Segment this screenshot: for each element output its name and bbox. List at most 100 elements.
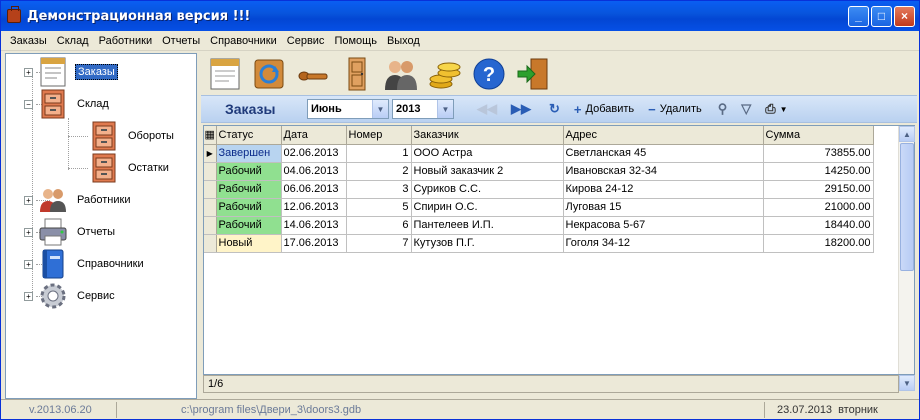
grid-settings-icon[interactable]: ▦	[204, 126, 217, 145]
tree-item-workers[interactable]: + Работники	[24, 186, 132, 214]
column-header-sum[interactable]: Сумма	[763, 126, 874, 145]
cell-date[interactable]: 12.06.2013	[281, 198, 347, 217]
scroll-down-icon[interactable]: ▼	[899, 375, 915, 391]
table-row[interactable]: Рабочий 14.06.2013 6 Пантелеев И.П. Некр…	[204, 216, 874, 235]
door-handle-icon[interactable]	[295, 56, 331, 92]
cell-status[interactable]: Рабочий	[216, 180, 282, 199]
delete-button[interactable]: − Удалить	[648, 102, 702, 117]
cell-sum[interactable]: 29150.00	[763, 180, 874, 199]
maximize-button[interactable]: □	[871, 5, 892, 27]
cell-sum[interactable]: 73855.00	[763, 144, 874, 163]
next-button[interactable]: ▶▶	[511, 101, 535, 117]
cell-status[interactable]: Рабочий	[216, 216, 282, 235]
cell-customer[interactable]: Спирин О.С.	[411, 198, 564, 217]
help-icon[interactable]: ?	[471, 56, 507, 92]
cell-status[interactable]: Рабочий	[216, 198, 282, 217]
menu-exit[interactable]: Выход	[382, 35, 425, 47]
plus-icon: +	[573, 101, 582, 117]
scroll-up-icon[interactable]: ▲	[899, 126, 915, 142]
expand-icon[interactable]: +	[24, 195, 33, 205]
cell-number[interactable]: 2	[346, 162, 412, 181]
column-header-number[interactable]: Номер	[346, 126, 412, 145]
tree-item-warehouse[interactable]: − Склад	[24, 89, 111, 119]
cell-customer[interactable]: ООО Астра	[411, 144, 564, 163]
menu-orders[interactable]: Заказы	[5, 35, 52, 47]
expand-icon[interactable]: +	[24, 227, 33, 237]
search-button[interactable]: ⚲	[718, 101, 732, 117]
orders-toolbar-icon[interactable]	[207, 56, 243, 92]
table-row[interactable]: ▶ Завершен 02.06.2013 1 ООО Астра Светла…	[204, 144, 874, 163]
tree-item-turnover[interactable]: Обороты	[88, 121, 176, 151]
door-icon[interactable]	[339, 56, 375, 92]
collapse-icon[interactable]: −	[24, 99, 33, 109]
tree-item-orders[interactable]: + Заказы	[24, 57, 118, 87]
menu-directories[interactable]: Справочники	[205, 35, 282, 47]
tree-item-stock[interactable]: Остатки	[88, 153, 171, 183]
cell-number[interactable]: 3	[346, 180, 412, 199]
print-button[interactable]: ⎙ ▼	[765, 101, 787, 117]
chevron-down-icon[interactable]: ▼	[372, 100, 388, 118]
cell-date[interactable]: 17.06.2013	[281, 234, 347, 253]
refresh-box-icon[interactable]	[251, 56, 287, 92]
cell-address[interactable]: Кирова 24-12	[563, 180, 764, 199]
previous-button[interactable]: ◀◀	[477, 101, 501, 117]
column-header-customer[interactable]: Заказчик	[411, 126, 564, 145]
cell-address[interactable]: Светланская 45	[563, 144, 764, 163]
year-select[interactable]: 2013 ▼	[392, 99, 454, 119]
cell-sum[interactable]: 21000.00	[763, 198, 874, 217]
cell-sum[interactable]: 18440.00	[763, 216, 874, 235]
tree-item-service[interactable]: + Сервис	[24, 282, 117, 310]
cell-address[interactable]: Гоголя 34-12	[563, 234, 764, 253]
tree-item-reports[interactable]: + Отчеты	[24, 218, 117, 246]
cell-number[interactable]: 6	[346, 216, 412, 235]
cell-address[interactable]: Некрасова 5-67	[563, 216, 764, 235]
table-row[interactable]: Рабочий 06.06.2013 3 Суриков С.С. Кирова…	[204, 180, 874, 199]
table-row[interactable]: Рабочий 04.06.2013 2 Новый заказчик 2 Ив…	[204, 162, 874, 181]
column-header-date[interactable]: Дата	[281, 126, 347, 145]
table-row[interactable]: Рабочий 12.06.2013 5 Спирин О.С. Луговая…	[204, 198, 874, 217]
minimize-button[interactable]: _	[848, 5, 869, 27]
cell-date[interactable]: 04.06.2013	[281, 162, 347, 181]
menu-workers[interactable]: Работники	[94, 35, 157, 47]
cell-date[interactable]: 02.06.2013	[281, 144, 347, 163]
cell-number[interactable]: 1	[346, 144, 412, 163]
month-select[interactable]: Июнь ▼	[307, 99, 389, 119]
refresh-button[interactable]: ↻	[549, 101, 564, 117]
cell-status[interactable]: Рабочий	[216, 162, 282, 181]
cell-status[interactable]: Завершен	[216, 144, 282, 163]
column-header-address[interactable]: Адрес	[563, 126, 764, 145]
cell-sum[interactable]: 14250.00	[763, 162, 874, 181]
cell-address[interactable]: Ивановская 32-34	[563, 162, 764, 181]
scroll-down-button[interactable]: ▼	[899, 375, 915, 393]
cell-date[interactable]: 14.06.2013	[281, 216, 347, 235]
vertical-scrollbar[interactable]: ▲	[898, 126, 915, 374]
cell-date[interactable]: 06.06.2013	[281, 180, 347, 199]
cell-customer[interactable]: Пантелеев И.П.	[411, 216, 564, 235]
coins-icon[interactable]	[427, 56, 463, 92]
menu-help[interactable]: Помощь	[329, 35, 382, 47]
table-row[interactable]: Новый 17.06.2013 7 Кутузов П.Г. Гоголя 3…	[204, 234, 874, 253]
cell-sum[interactable]: 18200.00	[763, 234, 874, 253]
close-button[interactable]: ×	[894, 5, 915, 27]
cell-number[interactable]: 5	[346, 198, 412, 217]
cell-status[interactable]: Новый	[216, 234, 282, 253]
exit-door-icon[interactable]	[515, 56, 551, 92]
scroll-thumb[interactable]	[900, 143, 914, 271]
chevron-down-icon[interactable]: ▼	[437, 100, 453, 118]
workers-toolbar-icon[interactable]	[383, 56, 419, 92]
expand-icon[interactable]: +	[24, 291, 33, 301]
cell-address[interactable]: Луговая 15	[563, 198, 764, 217]
cell-customer[interactable]: Суриков С.С.	[411, 180, 564, 199]
add-button[interactable]: + Добавить	[574, 102, 634, 117]
cell-number[interactable]: 7	[346, 234, 412, 253]
cell-customer[interactable]: Новый заказчик 2	[411, 162, 564, 181]
column-header-status[interactable]: Статус	[216, 126, 282, 145]
expand-icon[interactable]: +	[24, 259, 33, 269]
tree-item-directories[interactable]: + Справочники	[24, 249, 146, 279]
expand-icon[interactable]: +	[24, 67, 33, 77]
cell-customer[interactable]: Кутузов П.Г.	[411, 234, 564, 253]
menu-reports[interactable]: Отчеты	[157, 35, 205, 47]
menu-warehouse[interactable]: Склад	[52, 35, 94, 47]
menu-service[interactable]: Сервис	[282, 35, 330, 47]
filter-button[interactable]: ▽	[741, 101, 755, 117]
